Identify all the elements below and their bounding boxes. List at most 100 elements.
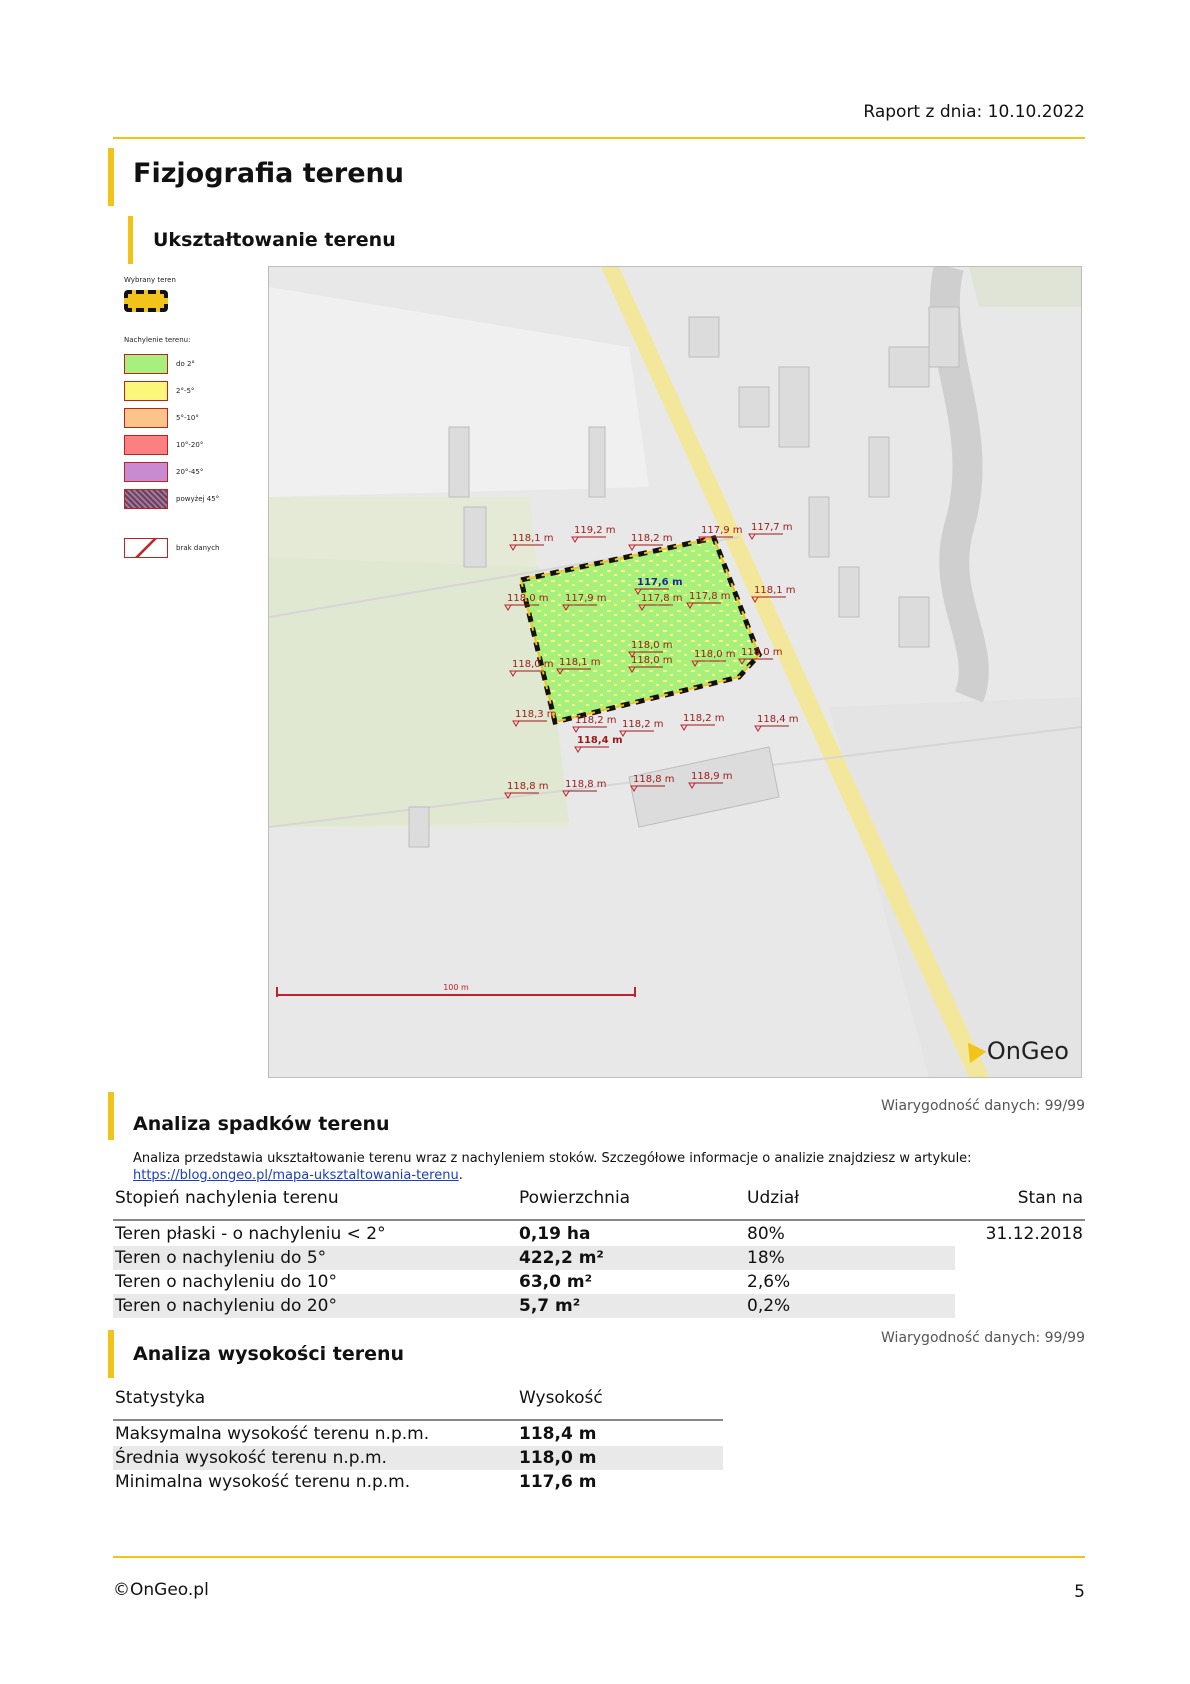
- legend-label: powyżej 45°: [176, 494, 220, 503]
- height-value: 118,0 m: [517, 1446, 723, 1470]
- slope-share: 0,2%: [745, 1294, 955, 1318]
- heights-table: Statystyka Wysokość Maksymalna wysokość …: [113, 1388, 723, 1494]
- elevation-label: 118,2 m: [575, 715, 617, 726]
- legend-label: 10°-20°: [176, 440, 204, 449]
- elevation-label: 117,9 m: [701, 525, 743, 536]
- elevation-label: 118,0 m: [631, 655, 673, 666]
- elevation-label: 118,1 m: [512, 533, 554, 544]
- elevation-label: 118,2 m: [683, 713, 725, 724]
- legend-item: 20°-45°: [124, 458, 259, 485]
- ongeo-brand-text: OnGeo: [986, 1037, 1069, 1065]
- slopes-table: Stopień nachylenia terenu Powierzchnia U…: [113, 1188, 1085, 1318]
- heights-accent-bar: [108, 1330, 114, 1378]
- slope-date: 31.12.2018: [985, 1224, 1083, 1244]
- elevation-label: 118,3 m: [515, 709, 557, 720]
- height-stat-name: Minimalna wysokość terenu n.p.m.: [115, 1472, 411, 1492]
- footer-copyright: ©OnGeo.pl: [113, 1580, 209, 1600]
- legend-swatch: [124, 380, 168, 401]
- slopes-title: Analiza spadków terenu: [133, 1113, 390, 1135]
- height-stat-name: Maksymalna wysokość terenu n.p.m.: [115, 1424, 430, 1444]
- legend-label: 5°-10°: [176, 413, 199, 422]
- elevation-label: 118,0 m: [694, 649, 736, 660]
- heights-header-rule: [113, 1419, 723, 1421]
- article-link[interactable]: https://blog.ongeo.pl/mapa-uksztaltowani…: [133, 1168, 459, 1183]
- table-row: Teren o nachyleniu do 10° 63,0 m² 2,6%: [113, 1270, 1085, 1294]
- ongeo-logo-icon: [959, 1036, 987, 1064]
- legend-item-nodata: brak danych: [124, 534, 259, 561]
- elevation-label: 118,1 m: [559, 657, 601, 668]
- slope-name: Teren płaski - o nachyleniu < 2°: [115, 1224, 386, 1244]
- table-row: Teren płaski - o nachyleniu < 2° 0,19 ha…: [113, 1222, 1085, 1246]
- legend-item: do 2°: [124, 350, 259, 377]
- legend-swatch: [124, 488, 168, 509]
- col-header: Udział: [747, 1188, 800, 1208]
- map-legend: Wybrany teren Nachylenie terenu: do 2° 2…: [124, 276, 259, 561]
- elevation-label: 118,0 m: [741, 647, 783, 658]
- legend-swatch: [124, 407, 168, 428]
- elevation-label: 118,4 m: [757, 714, 799, 725]
- elevation-label: 118,0 m: [631, 640, 673, 651]
- ongeo-brand: OnGeo: [959, 1036, 1069, 1065]
- elevation-label: 118,1 m: [754, 585, 796, 596]
- report-date: Raport z dnia: 10.10.2022: [863, 102, 1085, 122]
- description-text: Analiza przedstawia ukształtowanie teren…: [133, 1151, 972, 1166]
- legend-item: powyżej 45°: [124, 485, 259, 512]
- elevation-label: 118,4 m: [577, 735, 623, 746]
- table-row: Maksymalna wysokość terenu n.p.m. 118,4 …: [113, 1422, 723, 1446]
- height-stat-name: Średnia wysokość terenu n.p.m.: [113, 1446, 517, 1470]
- subsection-accent-bar: [128, 216, 133, 264]
- legend-item: 10°-20°: [124, 431, 259, 458]
- elevation-label: 117,8 m: [641, 593, 683, 604]
- terrain-map[interactable]: 100 m 118,1 m 119,2 m 118,2 m 117,9 m 117,7 …: [268, 266, 1082, 1078]
- elevation-label: 117,7 m: [751, 522, 793, 533]
- elevation-label: 118,2 m: [631, 533, 673, 544]
- legend-swatch: [124, 461, 168, 482]
- selected-area-swatch: [124, 290, 168, 312]
- col-header: Statystyka: [115, 1388, 206, 1408]
- slope-name: Teren o nachyleniu do 10°: [115, 1272, 337, 1292]
- legend-selected-heading: Wybrany teren: [124, 276, 176, 284]
- col-header: Stan na: [1017, 1188, 1083, 1208]
- elevation-label: 117,9 m: [565, 593, 607, 604]
- slopes-accent-bar: [108, 1092, 114, 1140]
- slope-date: [955, 1294, 1085, 1318]
- elevation-label: 118,8 m: [633, 774, 675, 785]
- slope-name: Teren o nachyleniu do 20°: [113, 1294, 517, 1318]
- table-row: Średnia wysokość terenu n.p.m. 118,0 m: [113, 1446, 723, 1470]
- col-header: Wysokość: [519, 1388, 603, 1408]
- slope-share: 18%: [745, 1246, 955, 1270]
- legend-label: 2°-5°: [176, 386, 195, 395]
- section-title: Fizjografia terenu: [133, 158, 405, 189]
- elevation-label: 118,2 m: [622, 719, 664, 730]
- height-value: 118,4 m: [519, 1424, 597, 1444]
- slopes-description: Analiza przedstawia ukształtowanie teren…: [133, 1150, 1085, 1184]
- slopes-header-rule: [113, 1219, 1085, 1221]
- elevation-label: 118,9 m: [691, 771, 733, 782]
- col-header: Stopień nachylenia terenu: [115, 1188, 339, 1208]
- elevation-label: 119,2 m: [574, 525, 616, 536]
- slope-area: 422,2 m²: [517, 1246, 745, 1270]
- slope-date: [955, 1270, 1085, 1294]
- header-divider: [113, 137, 1085, 139]
- legend-item: 5°-10°: [124, 404, 259, 431]
- footer-divider: [113, 1556, 1085, 1558]
- page-number: 5: [1074, 1582, 1085, 1602]
- slope-share: 2,6%: [747, 1272, 791, 1292]
- elevation-label: 117,8 m: [689, 591, 731, 602]
- table-row: Teren o nachyleniu do 20° 5,7 m² 0,2%: [113, 1294, 1085, 1318]
- slope-area: 63,0 m²: [519, 1272, 593, 1292]
- elevation-label: 117,6 m: [637, 577, 683, 588]
- heights-title: Analiza wysokości terenu: [133, 1343, 405, 1365]
- slope-share: 80%: [747, 1224, 785, 1244]
- heights-reliability: Wiarygodność danych: 99/99: [881, 1330, 1085, 1346]
- legend-slope-heading: Nachylenie terenu:: [124, 336, 191, 344]
- legend-label: do 2°: [176, 359, 195, 368]
- legend-item: 2°-5°: [124, 377, 259, 404]
- subsection-title: Ukształtowanie terenu: [153, 229, 396, 251]
- slope-name: Teren o nachyleniu do 5°: [113, 1246, 517, 1270]
- legend-label: 20°-45°: [176, 467, 204, 476]
- legend-swatch: [124, 434, 168, 455]
- slope-area: 0,19 ha: [519, 1224, 591, 1244]
- scale-label: 100 m: [443, 983, 469, 992]
- elevation-label: 118,8 m: [507, 781, 549, 792]
